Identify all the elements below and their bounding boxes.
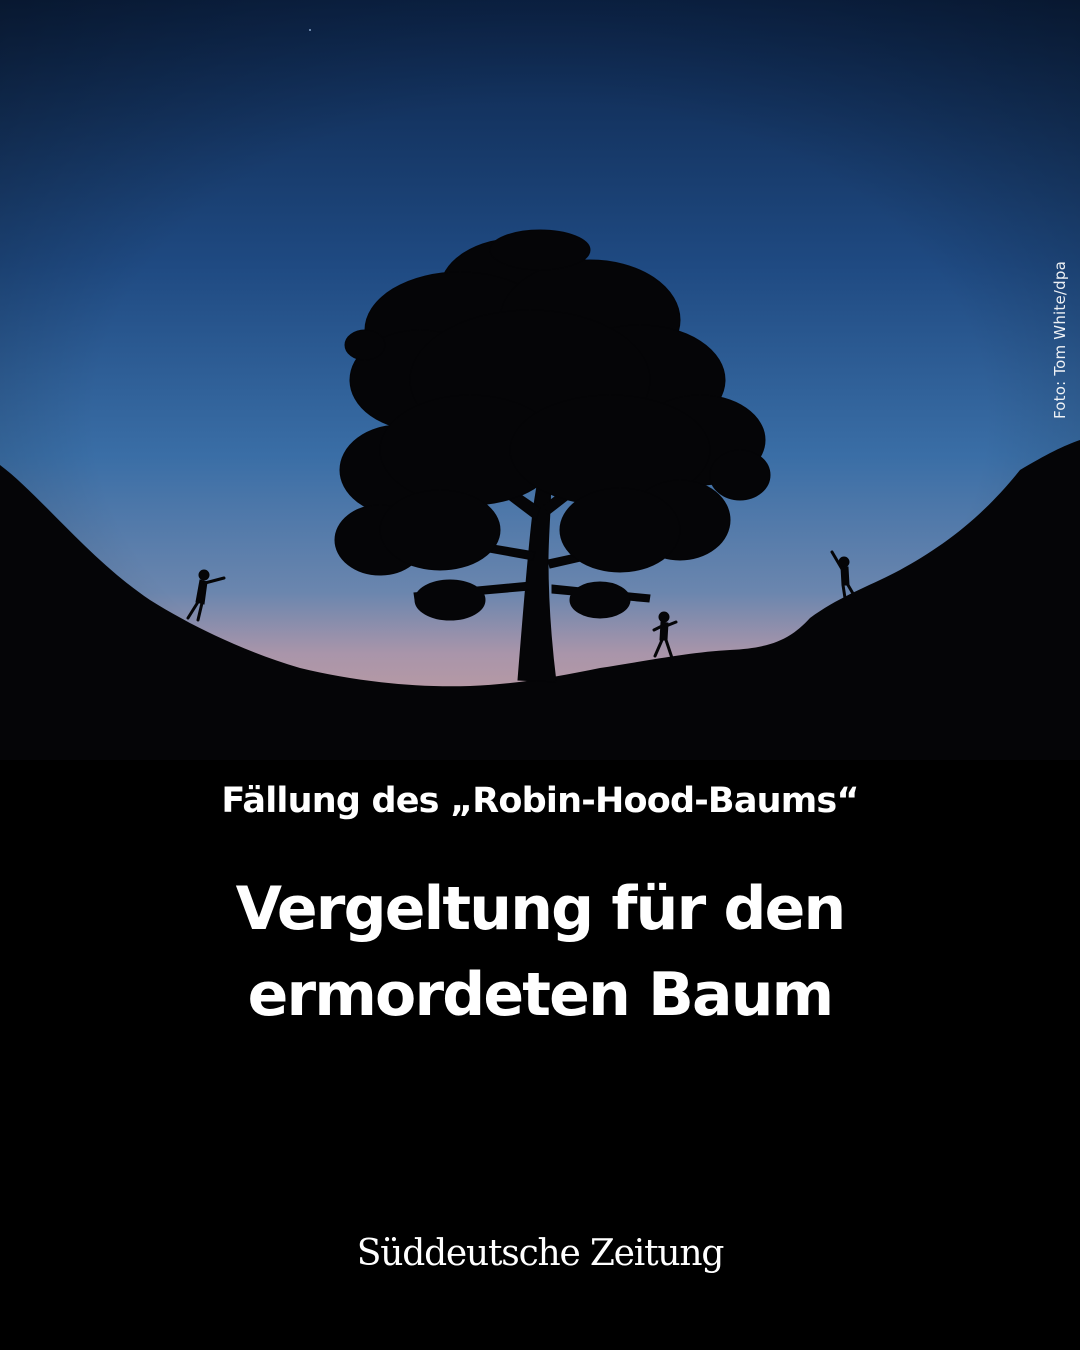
- article-headline: Vergeltung für den ermordeten Baum: [235, 874, 847, 1030]
- sycamore-gap-photo: [0, 0, 1080, 760]
- brand-logo: Süddeutsche Zeitung: [356, 1233, 725, 1274]
- photo-credit: Foto: Tom White/dpa: [1051, 260, 1069, 420]
- instagram-post: Foto: Tom White/dpa Fällung des „Robin-H…: [0, 0, 1080, 1350]
- article-kicker: Fällung des „Robin-Hood-Baums“: [221, 781, 859, 821]
